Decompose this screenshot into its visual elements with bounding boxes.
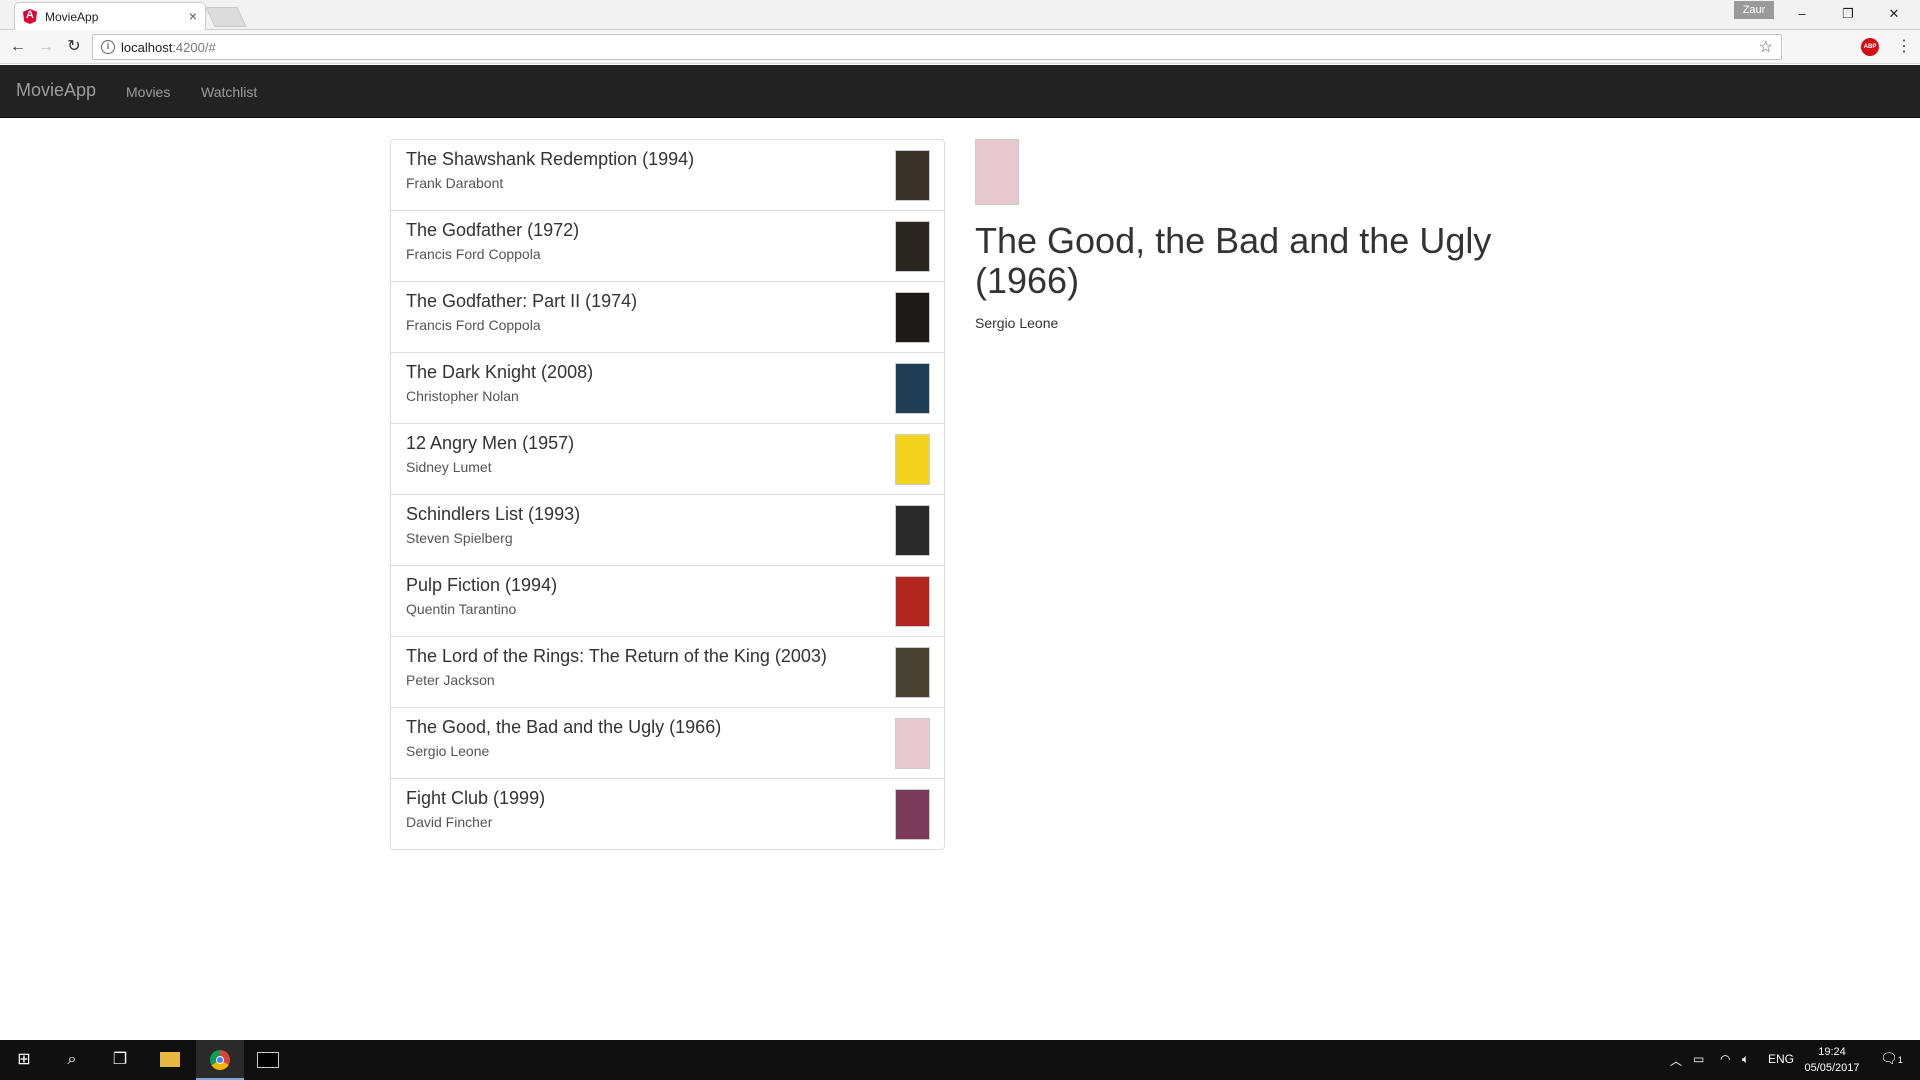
battery-icon[interactable]: ▭ [1693,1052,1704,1066]
movie-poster-thumbnail [895,789,930,840]
info-icon[interactable]: i [101,40,115,54]
terminal-icon[interactable] [244,1040,292,1080]
movie-list-item[interactable]: Fight Club (1999) David Fincher [390,778,945,850]
movie-title: The Dark Knight (2008) [406,362,594,382]
movie-title: The Godfather (1972) [406,220,580,240]
movie-poster-thumbnail [895,221,930,272]
clock-date: 05/05/2017 [1804,1062,1860,1074]
movie-director: Francis Ford Coppola [406,246,541,262]
profile-button[interactable]: Zaur [1734,1,1774,19]
browser-menu-icon[interactable]: ⋮ [1896,37,1912,57]
tab-close-icon[interactable]: × [189,8,197,24]
angular-icon [23,9,37,24]
bookmark-star-icon[interactable]: ☆ [1759,37,1773,57]
movie-list-item[interactable]: Schindlers List (1993) Steven Spielberg [390,494,945,566]
movie-poster-thumbnail [895,292,930,343]
restore-button[interactable]: ❐ [1826,3,1870,25]
movie-title: The Godfather: Part II (1974) [406,291,638,311]
movie-director: Francis Ford Coppola [406,317,541,333]
close-window-button[interactable]: ✕ [1872,3,1916,25]
movie-list-item[interactable]: The Godfather: Part II (1974) Francis For… [390,281,945,353]
movie-poster-thumbnail [895,434,930,485]
detail-poster-image [975,139,1019,205]
volume-icon[interactable]: 🔈︎ [1742,1052,1749,1067]
movie-title: Pulp Fiction (1994) [406,575,558,595]
language-indicator[interactable]: ENG [1768,1052,1794,1066]
movie-list-item[interactable]: The Dark Knight (2008) Christopher Nolan [390,352,945,424]
movie-list-item[interactable]: The Lord of the Rings: The Return of the… [390,636,945,708]
clock[interactable]: 19:24 05/05/2017 [1800,1044,1864,1076]
movie-list-item[interactable]: The Shawshank Redemption (1994) Frank Dar… [390,139,945,211]
adblock-icon[interactable]: ABP [1861,38,1879,56]
movie-director: David Fincher [406,814,493,830]
movie-poster-thumbnail [895,150,930,201]
movie-list-item[interactable]: The Godfather (1972) Francis Ford Coppola [390,210,945,282]
url-text: localhost:4200/# [121,40,216,55]
browser-toolbar: ← → ↻ i localhost:4200/# ☆ ABP ⋮ [0,30,1920,64]
movie-poster-thumbnail [895,505,930,556]
movie-title: 12 Angry Men (1957) [406,433,575,453]
brand-link[interactable]: MovieApp [16,80,96,101]
windows-start-icon[interactable]: ⊞ [0,1040,48,1080]
movie-title: The Good, the Bad and the Ugly (1966) [406,717,722,737]
movie-list-item[interactable]: The Good, the Bad and the Ugly (1966) Ser… [390,707,945,779]
browser-tab-strip: MovieApp × Zaur – ❐ ✕ [0,0,1920,30]
movie-poster-thumbnail [895,576,930,627]
app-navbar: MovieApp Movies Watchlist [0,65,1920,118]
movie-title: Schindlers List (1993) [406,504,581,524]
movie-list: The Shawshank Redemption (1994) Frank Dar… [390,139,945,850]
chrome-icon[interactable] [196,1040,244,1080]
task-view-icon[interactable]: ❐ [96,1040,144,1080]
movie-director: Christopher Nolan [406,388,519,404]
forward-icon[interactable]: → [34,36,58,58]
movie-title: The Lord of the Rings: The Return of the… [406,646,827,666]
address-bar[interactable]: i localhost:4200/# ☆ [92,34,1782,60]
tray-chevron-icon[interactable]: ︿ [1670,1052,1682,1069]
nav-link-movies[interactable]: Movies [126,84,170,100]
movie-poster-thumbnail [895,718,930,769]
movie-director: Steven Spielberg [406,530,513,546]
detail-director: Sergio Leone [975,315,1059,331]
tab-title: MovieApp [45,10,99,24]
clock-time: 19:24 [1818,1046,1846,1058]
search-icon[interactable]: ⌕ [48,1040,96,1080]
reload-icon[interactable]: ↻ [62,36,86,58]
movie-director: Peter Jackson [406,672,495,688]
movie-director: Frank Darabont [406,175,504,191]
movie-poster-thumbnail [895,363,930,414]
movie-title: The Shawshank Redemption (1994) [406,149,695,169]
movie-list-item[interactable]: Pulp Fiction (1994) Quentin Tarantino [390,565,945,637]
notifications-icon[interactable]: 🗨︎1 [1880,1050,1903,1067]
movie-list-item[interactable]: 12 Angry Men (1957) Sidney Lumet [390,423,945,495]
movie-poster-thumbnail [895,647,930,698]
wifi-icon[interactable]: ◠ [1720,1052,1730,1066]
windows-taskbar: ⊞ ⌕ ❐ ︿ ▭ ◠ 🔈︎ ENG 19:24 05/05/2017 🗨︎1 [0,1040,1920,1080]
file-explorer-icon[interactable] [146,1040,194,1080]
minimize-button[interactable]: – [1780,3,1824,25]
detail-title: The Good, the Bad and the Ugly (1966) [975,220,1492,301]
nav-link-watchlist[interactable]: Watchlist [201,84,257,100]
new-tab-button[interactable] [205,7,247,27]
browser-tab[interactable]: MovieApp × [14,2,206,30]
movie-title: Fight Club (1999) [406,788,546,808]
movie-director: Sergio Leone [406,743,490,759]
back-icon[interactable]: ← [6,36,30,58]
movie-director: Quentin Tarantino [406,601,517,617]
movie-director: Sidney Lumet [406,459,492,475]
